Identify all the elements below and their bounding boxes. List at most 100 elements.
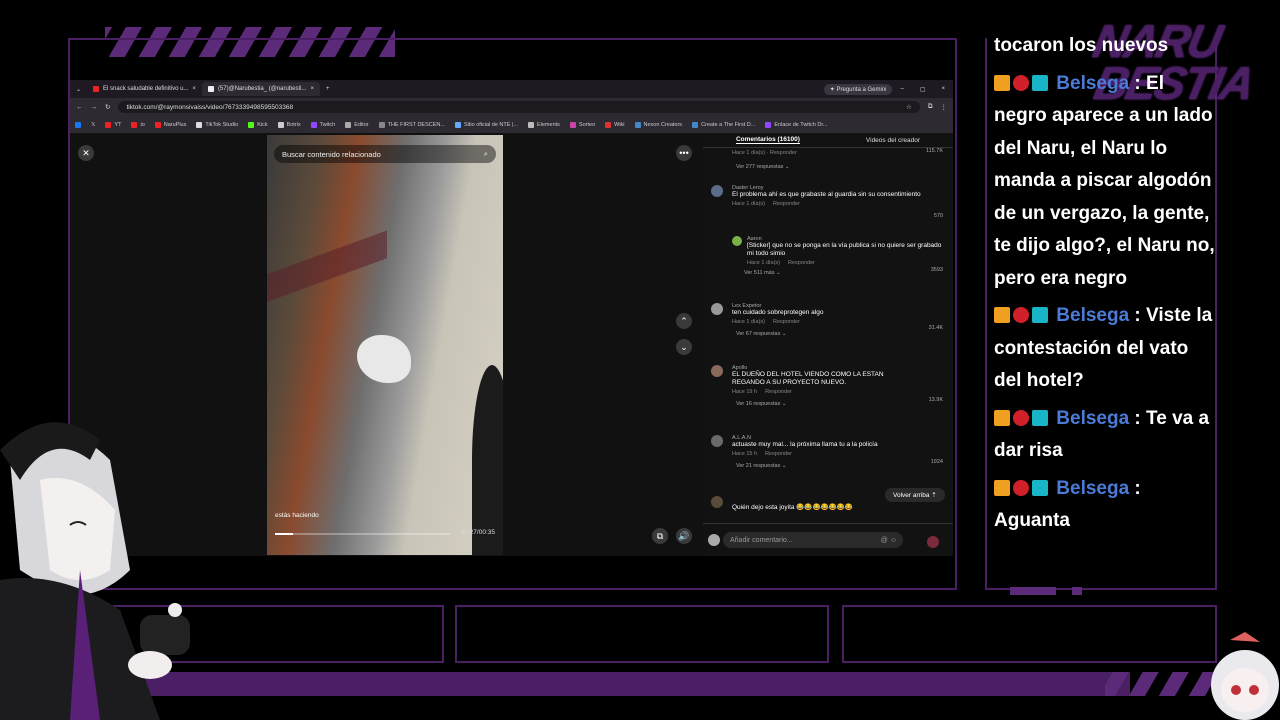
back-icon[interactable]: ← — [76, 104, 83, 111]
window-close-icon[interactable]: × — [933, 86, 953, 92]
bookmark-star-icon[interactable]: ☆ — [906, 103, 912, 111]
mod-badge-icon — [1013, 409, 1029, 426]
close-icon[interactable]: × — [311, 86, 315, 92]
bookmark-item[interactable]: Botrix — [277, 121, 301, 128]
bookmark-item[interactable]: Nexon Creators — [634, 121, 682, 128]
like-count[interactable]: 570 — [934, 213, 943, 219]
url-field[interactable]: tiktok.com/@raymonsivaiss/video/76733394… — [118, 101, 920, 113]
emoji-icon[interactable]: ☺ — [890, 537, 897, 544]
avatar — [708, 534, 720, 546]
chat-message: Belsega : Te va a dar risa — [994, 403, 1220, 468]
bookmark-item[interactable]: Twitch — [310, 121, 335, 128]
bookmark-label: Wiki — [614, 121, 625, 128]
close-video-button[interactable]: ✕ — [78, 145, 94, 161]
facebook-icon[interactable] — [75, 121, 81, 128]
volume-button[interactable]: 🔊 — [676, 528, 692, 544]
view-more-button[interactable]: Ver 511 más ⌄ — [744, 270, 947, 276]
bookmark-label: Sorteo — [578, 121, 596, 128]
chat-username[interactable]: Belsega — [1056, 73, 1129, 94]
add-comment-input[interactable]: Añadir comentario... @ ☺ — [723, 532, 903, 548]
bookmark-item[interactable]: Create a The First D... — [692, 121, 755, 128]
bookmark-item[interactable]: Wiki — [605, 121, 625, 128]
reply-button[interactable]: Responder — [773, 319, 800, 325]
reply-button[interactable]: Responder — [765, 451, 792, 457]
browser-window: ⌄ El snack saludable definitivo u... × (… — [70, 80, 953, 556]
bottom-panel-right — [842, 605, 1217, 663]
avatar[interactable] — [711, 496, 723, 508]
bookmark-item[interactable]: THE FIRST DESCEN... — [378, 121, 445, 128]
view-replies-button[interactable]: Ver 67 respuestas ⌄ — [736, 331, 947, 337]
video-progress-bar[interactable] — [275, 533, 450, 535]
restore-icon[interactable]: ▢ — [912, 86, 934, 93]
comment-text: Quién dejo esta joyita 😂😂😂😂😂😂😂 — [732, 504, 853, 511]
bookmark-item[interactable]: Sitio oficial de NTE |... — [454, 121, 518, 128]
like-count[interactable]: 13.9K — [929, 397, 943, 403]
reply-button[interactable]: Responder — [788, 260, 815, 266]
video-caption: estás haciendo — [275, 512, 319, 519]
view-replies-button[interactable]: Ver 16 respuestas ⌄ — [736, 401, 947, 407]
comment-text: actuaste muy mal... la próxima llama tu … — [732, 441, 878, 448]
like-count[interactable]: 1924 — [931, 459, 943, 465]
menu-icon[interactable]: ⋮ — [941, 103, 948, 111]
view-replies-button[interactable]: Ver 21 respuestas ⌄ — [736, 463, 947, 469]
more-options-button[interactable]: ••• — [676, 145, 692, 161]
bookmark-item[interactable]: Sorteo — [569, 121, 596, 128]
reload-icon[interactable]: ↻ — [105, 103, 110, 111]
nexon-icon — [692, 121, 699, 128]
video-player[interactable]: Buscar contenido relacionado ⌕ estás hac… — [267, 135, 503, 555]
reply-button[interactable]: Responder — [773, 201, 800, 207]
bookmark-item[interactable]: io — [131, 121, 145, 128]
bookmark-item[interactable]: Kick — [248, 121, 268, 128]
gemini-button[interactable]: ✦ Pregunta a Gemini — [823, 83, 893, 95]
next-video-button[interactable]: ⌄ — [676, 339, 692, 355]
search-icon[interactable]: ⌕ — [484, 149, 488, 159]
send-comment-button[interactable] — [927, 536, 939, 548]
avatar[interactable] — [732, 236, 742, 246]
new-tab-icon[interactable]: + — [320, 86, 336, 92]
tab-comments[interactable]: Comentarios (16100) — [735, 136, 800, 144]
bookmark-item[interactable]: NaruPlus — [154, 121, 186, 128]
minimize-icon[interactable]: – — [892, 86, 911, 92]
bookmark-item[interactable]: Elements — [527, 121, 560, 128]
picture-in-picture-button[interactable]: ⧉ — [652, 528, 668, 544]
chat-username[interactable]: Belsega — [1056, 305, 1129, 326]
comment-text: El problema ahí es que grabaste al guard… — [732, 191, 921, 198]
view-replies-label: Ver 21 respuestas — [736, 463, 781, 469]
chat-username[interactable]: Belsega — [1056, 408, 1129, 429]
x-icon[interactable]: 𝕏 — [91, 122, 95, 128]
youtube-icon — [93, 86, 100, 92]
previous-video-button[interactable]: ⌃ — [676, 313, 692, 329]
avatar[interactable] — [711, 365, 723, 377]
reply-button[interactable]: Responder — [765, 389, 792, 395]
close-icon[interactable]: × — [192, 86, 196, 92]
bookmark-item[interactable]: YT — [105, 121, 121, 128]
youtube-icon — [105, 121, 112, 128]
avatar[interactable] — [711, 303, 723, 315]
comments-panel: Comentarios (16100) Videos del creador H… — [703, 133, 953, 556]
bookmark-item[interactable]: Enlace de Twitch Dr... — [765, 121, 827, 128]
bookmark-item[interactable]: Editor — [345, 121, 369, 128]
related-search-input[interactable]: Buscar contenido relacionado ⌕ — [274, 145, 496, 163]
tab-list-icon[interactable]: ⌄ — [70, 86, 87, 93]
sorteo-icon — [569, 121, 576, 128]
like-count[interactable]: 31.4K — [929, 325, 943, 331]
bookmark-item[interactable]: TikTok Studio — [196, 121, 238, 128]
avatar[interactable] — [711, 185, 723, 197]
back-to-top-button[interactable]: Volver arriba ⇡ — [885, 488, 945, 502]
avatar[interactable] — [711, 435, 723, 447]
like-count[interactable]: 3593 — [931, 267, 943, 273]
nexon-icon — [634, 121, 641, 128]
comment-text: ten cuidado sobreprotegen algo — [732, 309, 824, 316]
extensions-icon[interactable]: ⧉ — [928, 103, 933, 111]
tab-label: (57)@Narubestia_ (@narubesti... — [217, 86, 307, 92]
like-count[interactable]: 115.7K — [926, 148, 943, 154]
chat-username[interactable]: Belsega — [1056, 478, 1129, 499]
mention-icon[interactable]: @ — [881, 537, 888, 544]
tab-tiktok[interactable]: (57)@Narubestia_ (@narubesti... × — [201, 82, 321, 96]
add-comment-placeholder: Añadir comentario... — [730, 536, 793, 544]
tab-youtube[interactable]: El snack saludable definitivo u... × — [87, 82, 202, 96]
tab-creator-videos[interactable]: Videos del creador — [866, 137, 920, 144]
view-replies-button[interactable]: Ver 277 respuestas ⌄ — [736, 164, 947, 170]
forward-icon[interactable]: → — [91, 104, 98, 111]
comment-meta: Hace 1 día(s) · Responder — [732, 150, 797, 156]
